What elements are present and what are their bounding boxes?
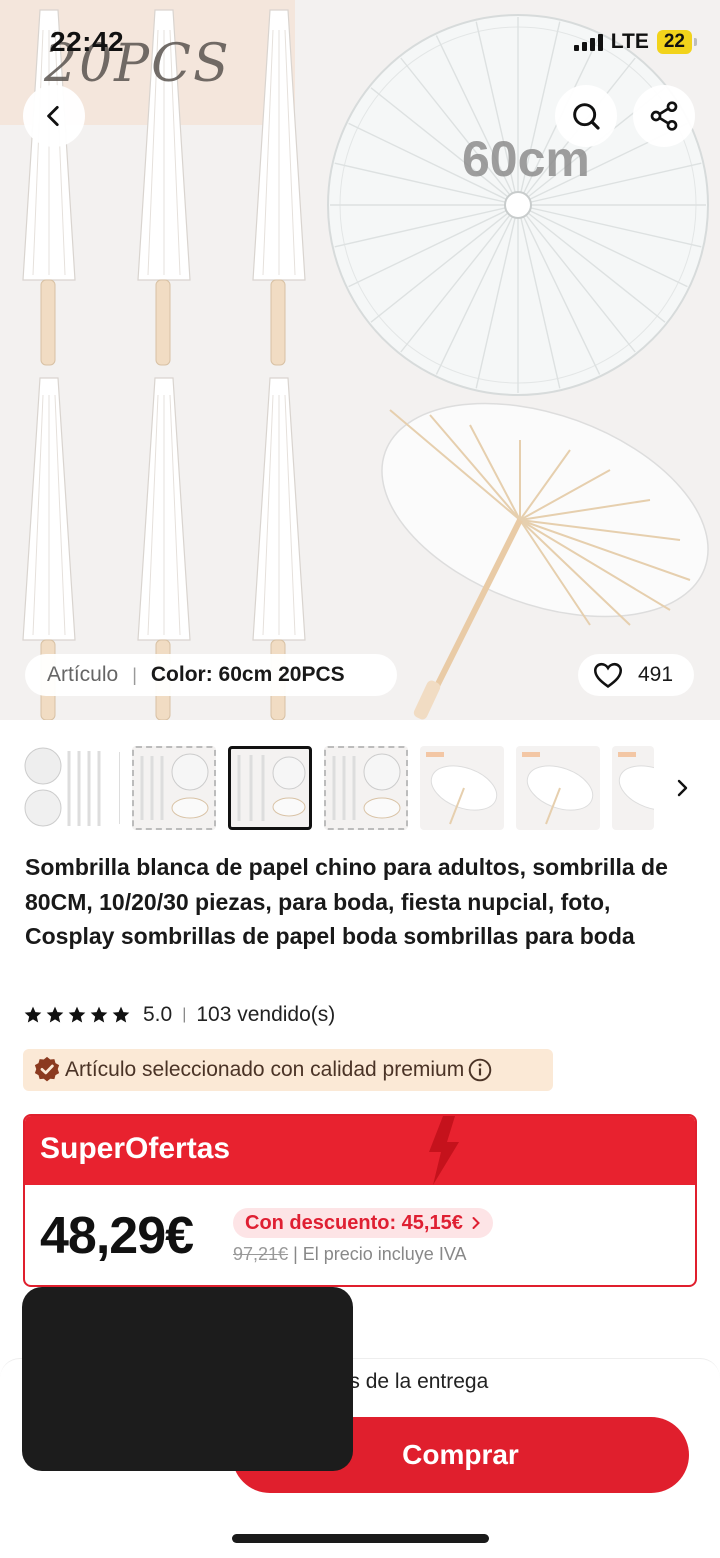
wishlist-button[interactable]: 491 [578, 654, 694, 696]
chevron-right-icon [472, 1217, 480, 1229]
color-value: Color: 60cm 20PCS [150, 663, 345, 686]
variant-pill[interactable]: Artículo | Color: 60cm 20PCS [25, 654, 397, 696]
thumbnail-selected[interactable] [228, 746, 312, 830]
thumbnail-image [24, 747, 101, 827]
thumbnail-image [618, 752, 654, 811]
chevron-right-icon[interactable] [670, 774, 694, 802]
thumbnail[interactable] [23, 746, 107, 830]
price-note: 97,21€ | El precio incluye IVA [233, 1244, 467, 1265]
thumbnail-separator [119, 752, 120, 824]
info-icon[interactable] [467, 1057, 493, 1083]
share-button[interactable] [633, 85, 695, 147]
article-label: Artículo [47, 663, 119, 686]
deal-title: SuperOfertas [40, 1132, 231, 1165]
star-icon [90, 1006, 108, 1023]
thumbnail-strip [0, 746, 720, 832]
lightning-icon [429, 1116, 459, 1185]
current-price: 48,29€ [40, 1207, 194, 1265]
discount-label: Con descuento: 45,15€ [245, 1211, 463, 1234]
premium-icon [34, 1056, 60, 1082]
heart-icon [593, 662, 623, 689]
thumbnail-image [237, 755, 306, 821]
search-icon [573, 103, 600, 130]
status-time: 22:42 [50, 26, 125, 57]
thumbnail-image [426, 752, 498, 825]
star-icon [112, 1006, 130, 1023]
rating-separator: | [182, 1006, 187, 1023]
overlay-text-size: 60cm [462, 131, 590, 187]
rating-stars [23, 1005, 131, 1025]
back-button[interactable] [23, 85, 85, 147]
deal-header: SuperOfertas [25, 1116, 695, 1185]
star-icon [68, 1006, 86, 1023]
network-label: LTE [610, 30, 649, 53]
likes-count: 491 [638, 663, 674, 686]
premium-badge[interactable]: Artículo seleccionado con calidad premiu… [23, 1049, 553, 1091]
star-icon [24, 1006, 42, 1023]
thumbnail-image [522, 752, 594, 825]
tax-note: | El precio incluye IVA [293, 1244, 467, 1264]
redacted-area [22, 1287, 353, 1471]
superofertas-panel: SuperOfertas 48,29€ Con descuento: 45,15… [23, 1114, 697, 1287]
back-icon [47, 105, 59, 127]
home-indicator[interactable] [232, 1534, 489, 1543]
product-image-gallery[interactable]: 20PCS 22:42 LTE 22 60cm Artículo | Color… [0, 0, 720, 720]
premium-label: Artículo seleccionado con calidad premiu… [65, 1058, 465, 1081]
discount-pill[interactable]: Con descuento: 45,15€ [233, 1208, 493, 1238]
status-indicators: LTE 22 [573, 30, 698, 54]
thumbnail[interactable] [324, 746, 408, 830]
star-icon [46, 1006, 64, 1023]
share-icon [650, 101, 678, 131]
rating-row[interactable]: 5.0 | 103 vendido(s) [23, 1003, 335, 1027]
thumbnail[interactable] [132, 746, 216, 830]
product-title: Sombrilla blanca de papel chino para adu… [25, 854, 668, 949]
pill-separator: | [132, 664, 137, 685]
thumbnail[interactable] [612, 746, 654, 830]
rating-value: 5.0 [143, 1003, 173, 1026]
signal-icon [573, 33, 603, 51]
thumbnail-image [332, 753, 401, 820]
sold-count: 103 vendido(s) [196, 1003, 336, 1026]
thumbnail[interactable] [516, 746, 600, 830]
old-price: 97,21€ [233, 1244, 289, 1264]
thumbnail[interactable] [420, 746, 504, 830]
thumbnail-image [140, 753, 209, 820]
battery-indicator: 22 [656, 30, 698, 54]
